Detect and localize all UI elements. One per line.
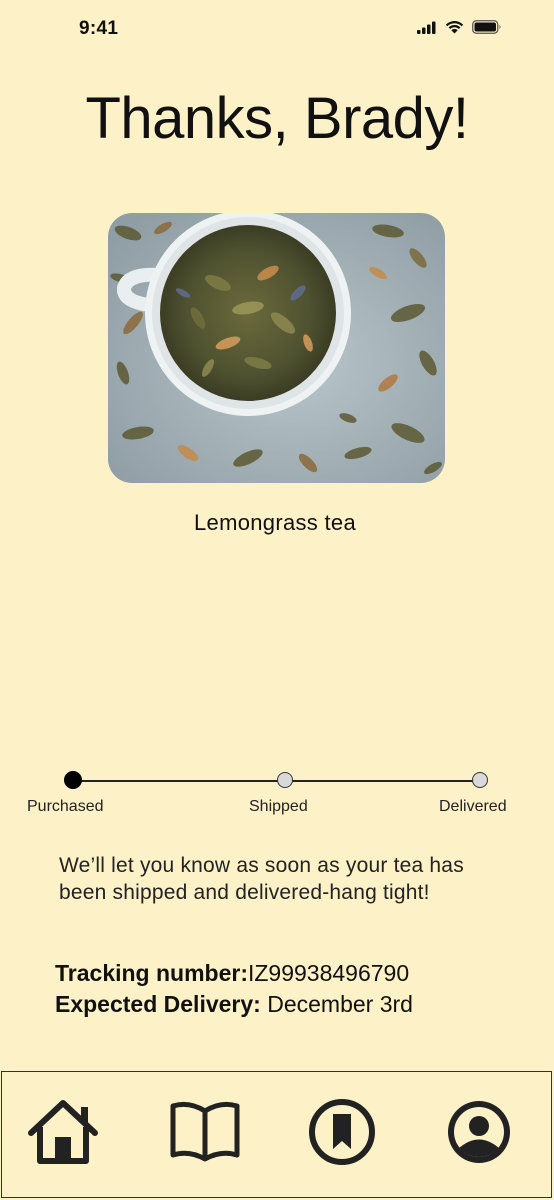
status-time: 9:41 <box>79 18 119 39</box>
bottom-nav <box>1 1071 552 1198</box>
wifi-icon <box>445 21 464 34</box>
delivery-date: December 3rd <box>260 991 413 1017</box>
delivery-label: Expected Delivery: <box>55 991 261 1017</box>
signal-icon <box>417 21 436 34</box>
page-title: Thanks, Brady! <box>85 86 469 151</box>
battery-icon <box>472 20 501 34</box>
step-dot-delivered <box>472 772 488 788</box>
progress-line <box>72 780 480 782</box>
tracking-number: IZ99938496790 <box>247 960 410 986</box>
step-dot-purchased <box>64 771 82 789</box>
order-progress: Purchased Shipped Delivered <box>0 760 554 830</box>
book-icon[interactable] <box>167 1097 243 1167</box>
shipping-message: We’ll let you know as soon as your tea h… <box>59 854 464 904</box>
product-name: Lemongrass tea <box>194 510 356 535</box>
step-dot-shipped <box>277 772 293 788</box>
step-label-purchased: Purchased <box>27 798 104 815</box>
order-info: Tracking number:IZ99938496790 Expected D… <box>55 958 413 1020</box>
profile-icon[interactable] <box>444 1097 520 1167</box>
bookmark-icon[interactable] <box>307 1097 383 1167</box>
tracking-label: Tracking number: <box>55 960 248 986</box>
home-icon[interactable] <box>25 1097 101 1167</box>
status-icons <box>417 20 502 34</box>
step-label-shipped: Shipped <box>249 798 308 815</box>
delivery-row: Expected Delivery: December 3rd <box>55 989 413 1020</box>
tracking-row: Tracking number:IZ99938496790 <box>55 958 413 989</box>
status-bar: 9:41 <box>0 0 554 60</box>
tea-cup-image <box>108 213 445 483</box>
step-label-delivered: Delivered <box>439 798 507 815</box>
